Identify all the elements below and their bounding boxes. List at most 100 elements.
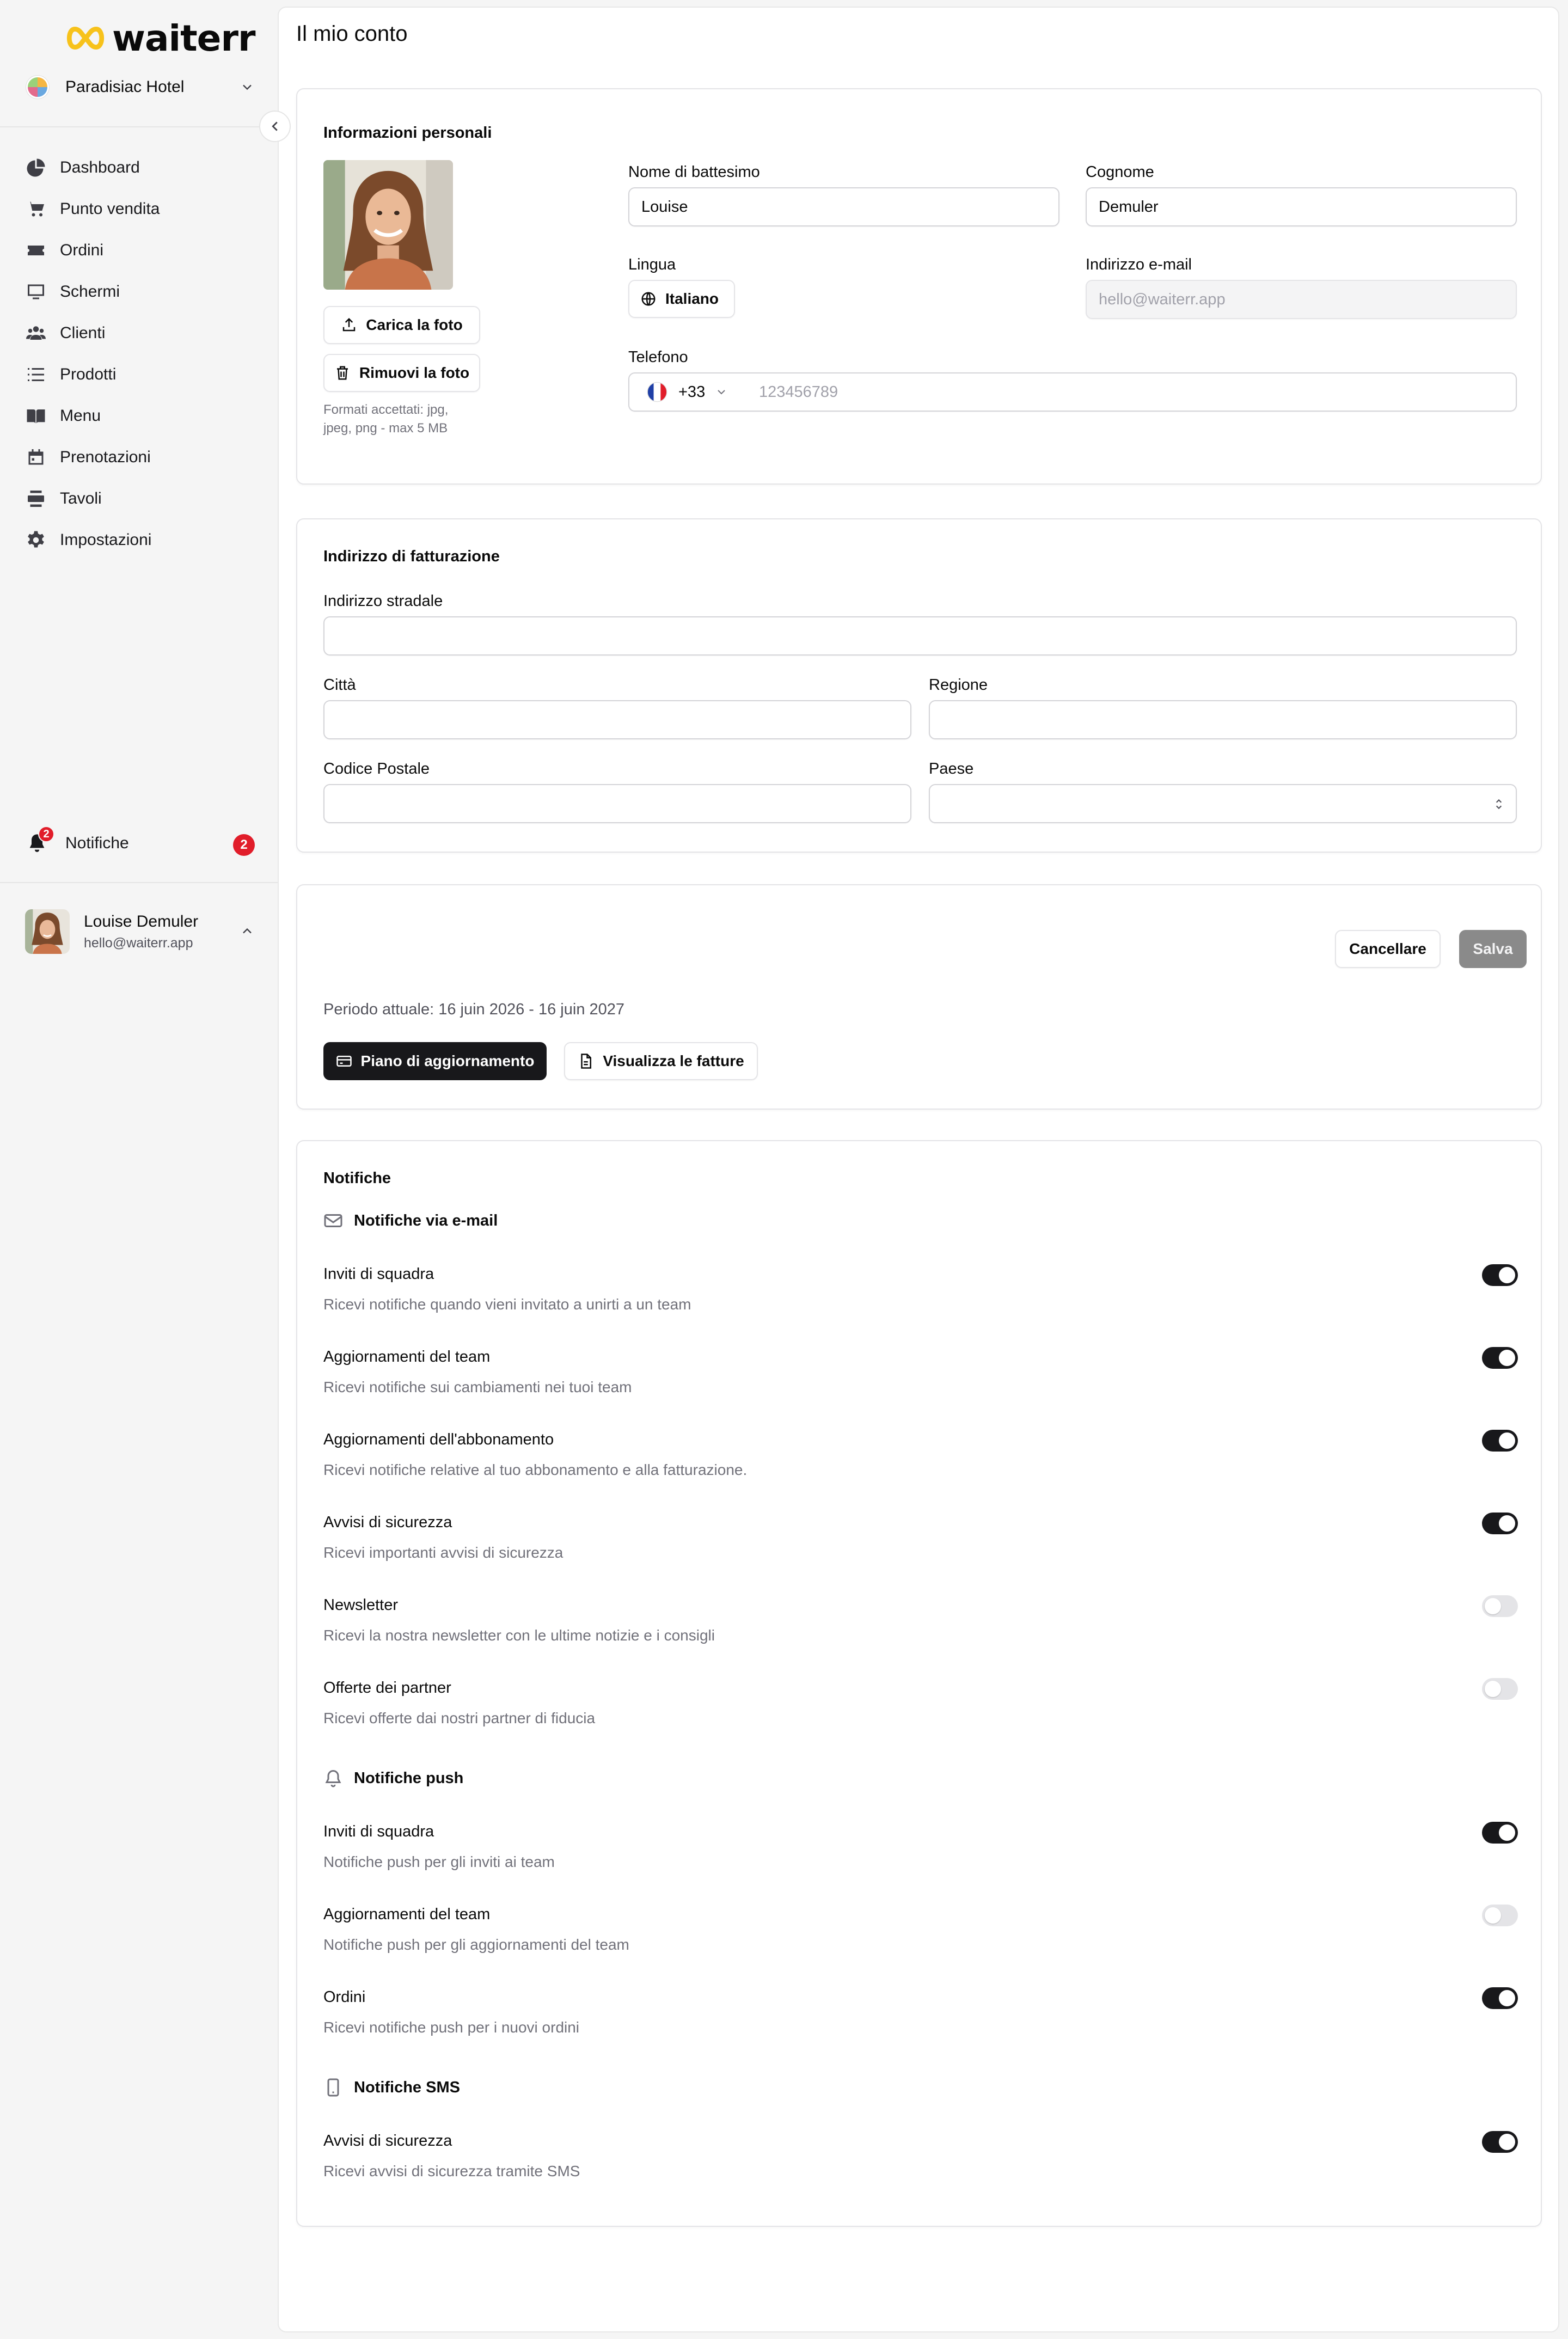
upgrade-plan-button[interactable]: Piano di aggiornamento xyxy=(323,1042,547,1080)
notification-setting-description: Notifiche push per gli aggiornamenti del… xyxy=(323,1936,629,1953)
notification-setting-title: Newsletter xyxy=(323,1596,398,1614)
street-field[interactable] xyxy=(323,616,1517,656)
brand-logo[interactable]: waiterr xyxy=(64,16,256,60)
workspace-switcher[interactable]: Paradisiac Hotel xyxy=(26,72,255,102)
personal-info-title: Informazioni personali xyxy=(323,124,492,142)
list-icon xyxy=(28,368,44,381)
subscription-card: Cancellare Salva Periodo attuale: 16 jui… xyxy=(296,884,1542,1110)
email-notifications-section: Notifiche via e-mail xyxy=(323,1211,498,1230)
chevron-down-icon xyxy=(243,84,252,90)
sidebar-item-reservations[interactable]: Prenotazioni xyxy=(26,437,266,478)
cancel-button[interactable]: Cancellare xyxy=(1335,930,1441,968)
france-flag-icon xyxy=(647,382,667,402)
language-label: Lingua xyxy=(628,256,676,273)
sidebar-item-customers[interactable]: Clienti xyxy=(26,313,266,354)
notification-toggle[interactable] xyxy=(1482,1822,1518,1844)
toggle-knob xyxy=(1485,1681,1501,1697)
chevron-left-icon xyxy=(272,121,278,131)
city-field[interactable] xyxy=(323,700,911,739)
email-field[interactable]: hello@waiterr.app xyxy=(1086,280,1517,319)
language-value: Italiano xyxy=(665,290,719,307)
notification-toggle[interactable] xyxy=(1482,2131,1518,2153)
sidebar-item-tables[interactable]: Tavoli xyxy=(26,478,266,519)
user-email: hello@waiterr.app xyxy=(84,935,193,951)
bell-icon xyxy=(325,1769,341,1787)
toggle-knob xyxy=(1499,1432,1515,1449)
last-name-field[interactable]: Demuler xyxy=(1086,187,1517,226)
first-name-field[interactable]: Louise xyxy=(628,187,1059,226)
user-menu[interactable]: Louise Demuler hello@waiterr.app xyxy=(25,908,255,955)
push-notifications-section: Notifiche push xyxy=(323,1768,463,1788)
monitor-icon xyxy=(28,284,44,299)
sidebar-item-dashboard[interactable]: Dashboard xyxy=(26,147,266,188)
toggle-knob xyxy=(1499,1350,1515,1366)
country-code-select[interactable]: +33 xyxy=(629,373,744,411)
phone-field[interactable]: +33 123456789 xyxy=(628,372,1517,412)
collapse-sidebar-button[interactable] xyxy=(259,111,291,142)
region-field[interactable] xyxy=(929,700,1517,739)
notification-toggle[interactable] xyxy=(1482,1347,1518,1369)
notification-toggle[interactable] xyxy=(1482,1264,1518,1286)
notification-setting-title: Inviti di squadra xyxy=(323,1823,434,1840)
workspace-avatar xyxy=(26,76,49,99)
sidebar-item-pos[interactable]: Punto vendita xyxy=(26,188,266,230)
remove-photo-label: Rimuovi la foto xyxy=(359,364,470,381)
notification-setting-title: Aggiornamenti del team xyxy=(323,1348,491,1366)
avatar xyxy=(25,909,70,954)
notification-setting-description: Ricevi notifiche sui cambiamenti nei tuo… xyxy=(323,1379,632,1395)
save-button[interactable]: Salva xyxy=(1459,930,1527,968)
main-content: Il mio conto Informazioni personali Cari… xyxy=(278,7,1559,2332)
toggle-knob xyxy=(1485,1907,1501,1924)
sidebar-divider xyxy=(0,882,278,883)
ticket-icon xyxy=(28,246,44,255)
country-select[interactable] xyxy=(929,784,1517,823)
smartphone-icon xyxy=(327,2078,339,2097)
cancel-label: Cancellare xyxy=(1349,940,1426,957)
notification-toggle[interactable] xyxy=(1482,1595,1518,1617)
notification-toggle[interactable] xyxy=(1482,1513,1518,1534)
notification-setting-title: Avvisi di sicurezza xyxy=(323,1514,452,1531)
notification-setting-description: Ricevi notifiche push per i nuovi ordini xyxy=(323,2019,580,2036)
sidebar-item-label: Tavoli xyxy=(60,489,102,507)
notification-toggle[interactable] xyxy=(1482,1678,1518,1700)
remove-photo-button[interactable]: Rimuovi la foto xyxy=(323,354,480,392)
page-title: Il mio conto xyxy=(296,22,408,46)
notification-setting-description: Notifiche push per gli inviti ai team xyxy=(323,1853,555,1870)
notification-setting-description: Ricevi importanti avvisi di sicurezza xyxy=(323,1544,564,1561)
sidebar-item-label: Menu xyxy=(60,407,101,425)
view-invoices-button[interactable]: Visualizza le fatture xyxy=(564,1042,758,1080)
notification-count-badge: 2 xyxy=(233,834,255,856)
notification-toggle[interactable] xyxy=(1482,1430,1518,1452)
phone-label: Telefono xyxy=(628,348,688,366)
sidebar-item-settings[interactable]: Impostazioni xyxy=(26,519,266,561)
notification-setting-description: Ricevi avvisi di sicurezza tramite SMS xyxy=(323,2163,580,2179)
phone-input[interactable]: 123456789 xyxy=(759,383,838,401)
notification-toggle[interactable] xyxy=(1482,1987,1518,2009)
sidebar-item-orders[interactable]: Ordini xyxy=(26,230,266,271)
sidebar-item-label: Schermi xyxy=(60,283,120,301)
gear-icon xyxy=(28,531,44,548)
postal-code-field[interactable] xyxy=(323,784,911,823)
sidebar-item-notifications[interactable]: 2 Notifiche 2 xyxy=(26,826,255,859)
billing-title: Indirizzo di fatturazione xyxy=(323,548,500,565)
mail-icon xyxy=(324,1214,342,1227)
sidebar-item-label: Clienti xyxy=(60,324,106,342)
credit-card-icon xyxy=(336,1056,352,1067)
toggle-knob xyxy=(1485,1598,1501,1614)
sidebar-item-screens[interactable]: Schermi xyxy=(26,271,266,313)
language-select[interactable]: Italiano xyxy=(628,280,735,318)
sidebar-item-menu[interactable]: Menu xyxy=(26,395,266,437)
sidebar-item-products[interactable]: Prodotti xyxy=(26,354,266,395)
notification-setting-title: Offerte dei partner xyxy=(323,1679,451,1697)
sidebar-divider xyxy=(0,126,278,127)
notification-setting-title: Aggiornamenti dell'abbonamento xyxy=(323,1431,554,1448)
trash-icon xyxy=(336,366,348,380)
notification-setting-description: Ricevi la nostra newsletter con le ultim… xyxy=(323,1627,715,1644)
first-name-label: Nome di battesimo xyxy=(628,163,760,181)
region-label: Regione xyxy=(929,676,988,694)
notification-toggle[interactable] xyxy=(1482,1905,1518,1926)
sidebar-item-label: Notifiche xyxy=(65,834,129,852)
upload-photo-button[interactable]: Carica la foto xyxy=(323,306,480,344)
notifications-card: Notifiche Notifiche via e-mail Inviti di… xyxy=(296,1140,1542,2227)
photo-formats-hint: Formati accettati: jpg, jpeg, png - max … xyxy=(323,402,449,436)
